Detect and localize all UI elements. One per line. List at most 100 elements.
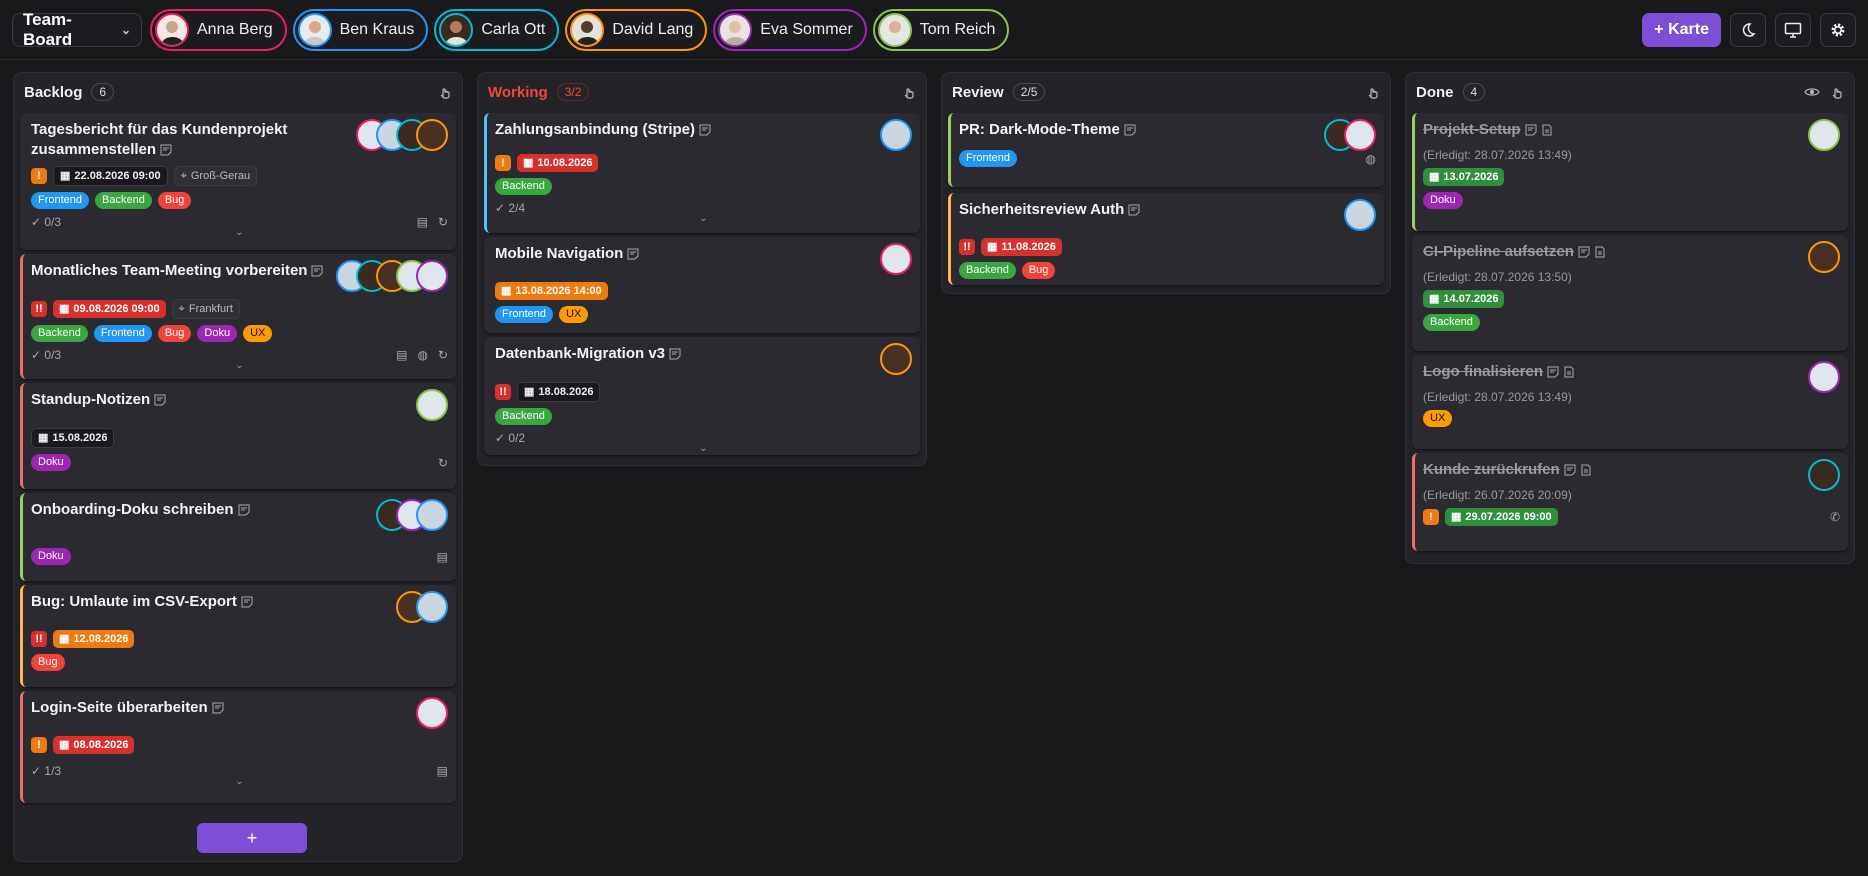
assignees xyxy=(1808,361,1840,393)
card[interactable]: Standup-Notizen ▦ 15.08.2026 Doku ↻ xyxy=(20,383,456,489)
calendar-icon: ▦ xyxy=(1429,171,1440,183)
tag: Bug xyxy=(31,654,65,671)
globe-icon: ◍ xyxy=(417,348,428,362)
due-date: ▦ 22.08.2026 09:00 xyxy=(53,166,168,186)
due-date: ▦ 15.08.2026 xyxy=(31,428,115,448)
card[interactable]: Datenbank-Migration v3 !! ▦ 18.08.2026 Ba… xyxy=(484,337,920,455)
calendar-icon: ▦ xyxy=(38,432,49,444)
note-icon xyxy=(699,124,711,136)
expand-chevron-icon[interactable]: ⌄ xyxy=(495,214,912,224)
drag-hand-icon[interactable] xyxy=(902,85,916,99)
assignees xyxy=(356,119,448,151)
people-filter: Anna Berg Ben Kraus Carla Ott David Lang… xyxy=(150,8,1010,51)
card[interactable]: Sicherheitsreview Auth !! ▦ 11.08.2026 Ba… xyxy=(948,193,1384,285)
tag: Backend xyxy=(959,262,1016,279)
card[interactable]: Mobile Navigation ▦ 13.08.2026 14:00 Fron… xyxy=(484,237,920,333)
tag: UX xyxy=(243,325,273,342)
priority-badge: !! xyxy=(495,384,511,400)
assignees xyxy=(1808,241,1840,273)
expand-chevron-icon[interactable]: ⌄ xyxy=(495,444,912,454)
note-icon xyxy=(154,394,166,406)
expand-chevron-icon[interactable]: ⌄ xyxy=(31,361,448,371)
card[interactable]: CI-Pipeline aufsetzen (Erledigt: 28.07.2… xyxy=(1412,235,1848,351)
card[interactable]: Tagesbericht für das Kundenprojekt zusam… xyxy=(20,113,456,250)
card[interactable]: Bug: Umlaute im CSV-Export !! ▦ 12.08.202… xyxy=(20,585,456,687)
checklist-progress: ✓ 0/3 xyxy=(31,215,62,229)
completed-at: (Erledigt: 28.07.2026 13:49) xyxy=(1423,390,1572,404)
card[interactable]: Login-Seite überarbeiten ! ▦ 08.08.2026 ✓… xyxy=(20,691,456,803)
card[interactable]: Kunde zurückrufen (Erledigt: 26.07.2026 … xyxy=(1412,453,1848,551)
column-review: Review 2/5 PR: Dark-Mode-Theme Frontend … xyxy=(941,72,1391,294)
column-header: Working 3/2 xyxy=(478,73,926,111)
location-pin-icon: ⌖ xyxy=(178,303,185,315)
add-card-button[interactable]: + Karte xyxy=(1642,12,1721,47)
priority-badge: ! xyxy=(495,155,511,171)
card-title: PR: Dark-Mode-Theme xyxy=(959,120,1376,140)
assignees xyxy=(396,591,448,623)
note-icon xyxy=(1124,124,1136,136)
card[interactable]: Projekt-Setup (Erledigt: 28.07.2026 13:4… xyxy=(1412,113,1848,231)
checklist-progress: ✓ 0/3 xyxy=(31,348,62,362)
card-title: Login-Seite überarbeiten xyxy=(31,698,448,718)
note-icon xyxy=(212,702,224,714)
top-bar: Team-Board ⌄ Anna Berg Ben Kraus Carla O… xyxy=(0,0,1868,60)
drag-hand-icon[interactable] xyxy=(1366,85,1380,99)
tag: Bug xyxy=(157,192,192,209)
priority-badge: !! xyxy=(31,301,47,317)
person-filter-ben[interactable]: Ben Kraus xyxy=(292,8,429,51)
due-date: ▦ 09.08.2026 09:00 xyxy=(53,300,166,318)
person-filter-eva[interactable]: Eva Sommer xyxy=(713,8,867,51)
person-filter-david[interactable]: David Lang xyxy=(565,8,708,51)
tag: Backend xyxy=(495,178,552,195)
settings-button[interactable] xyxy=(1820,12,1856,47)
card[interactable]: Onboarding-Doku schreiben Doku ▤ xyxy=(20,493,456,581)
expand-chevron-icon[interactable]: ⌄ xyxy=(31,777,448,787)
assignees xyxy=(880,343,912,375)
completed-at: (Erledigt: 28.07.2026 13:50) xyxy=(1423,270,1572,284)
expand-chevron-icon[interactable]: ⌄ xyxy=(31,228,448,238)
card-title: Mobile Navigation xyxy=(495,244,912,264)
attachment-icon: ▤ xyxy=(396,348,408,362)
person-name: Anna Berg xyxy=(197,20,273,38)
due-date: ▦ 18.08.2026 xyxy=(517,382,601,402)
location: ⌖ Frankfurt xyxy=(171,299,240,319)
dark-mode-toggle[interactable] xyxy=(1730,12,1766,47)
note-icon xyxy=(1564,464,1576,476)
note-icon xyxy=(1128,204,1140,216)
person-filter-tom[interactable]: Tom Reich xyxy=(872,8,1010,51)
person-name: Tom Reich xyxy=(919,20,996,38)
assignees xyxy=(880,119,912,151)
priority-badge: ! xyxy=(1423,509,1439,525)
card[interactable]: PR: Dark-Mode-Theme Frontend ◍ xyxy=(948,113,1384,187)
assignees xyxy=(880,243,912,275)
calendar-icon: ▦ xyxy=(987,241,998,253)
assignees xyxy=(1808,459,1840,491)
priority-badge: ! xyxy=(31,737,47,753)
card[interactable]: Logo finalisieren (Erledigt: 28.07.2026 … xyxy=(1412,355,1848,449)
drag-hand-icon[interactable] xyxy=(1830,85,1844,99)
attachment-icon xyxy=(1542,124,1552,136)
board-select[interactable]: Team-Board ⌄ xyxy=(12,10,142,49)
checklist-progress: ✓ 1/3 xyxy=(31,764,62,778)
person-name: Eva Sommer xyxy=(760,20,853,38)
note-icon xyxy=(1525,124,1537,136)
add-card-to-column-button[interactable]: + xyxy=(197,823,307,853)
eye-icon[interactable] xyxy=(1804,85,1820,99)
card[interactable]: Zahlungsanbindung (Stripe) ! ▦ 10.08.2026… xyxy=(484,113,920,233)
card-title: Zahlungsanbindung (Stripe) xyxy=(495,120,912,140)
person-filter-anna[interactable]: Anna Berg xyxy=(150,8,287,51)
chevron-down-icon: ⌄ xyxy=(120,22,131,37)
card-title: Projekt-Setup xyxy=(1423,120,1840,140)
attachment-icon xyxy=(1595,246,1605,258)
card[interactable]: Monatliches Team-Meeting vorbereiten !! … xyxy=(20,254,456,379)
due-date: ▦ 13.08.2026 14:00 xyxy=(495,282,608,300)
card-title: Kunde zurückrufen xyxy=(1423,460,1840,480)
tag: Doku xyxy=(1423,192,1463,209)
calendar-icon: ▦ xyxy=(60,170,71,182)
location-pin-icon: ⌖ xyxy=(180,170,187,182)
drag-hand-icon[interactable] xyxy=(438,85,452,99)
due-date: ▦ 13.07.2026 xyxy=(1423,168,1505,186)
person-filter-carla[interactable]: Carla Ott xyxy=(434,8,560,51)
monitor-icon xyxy=(1784,22,1802,38)
display-mode-button[interactable] xyxy=(1775,12,1811,47)
